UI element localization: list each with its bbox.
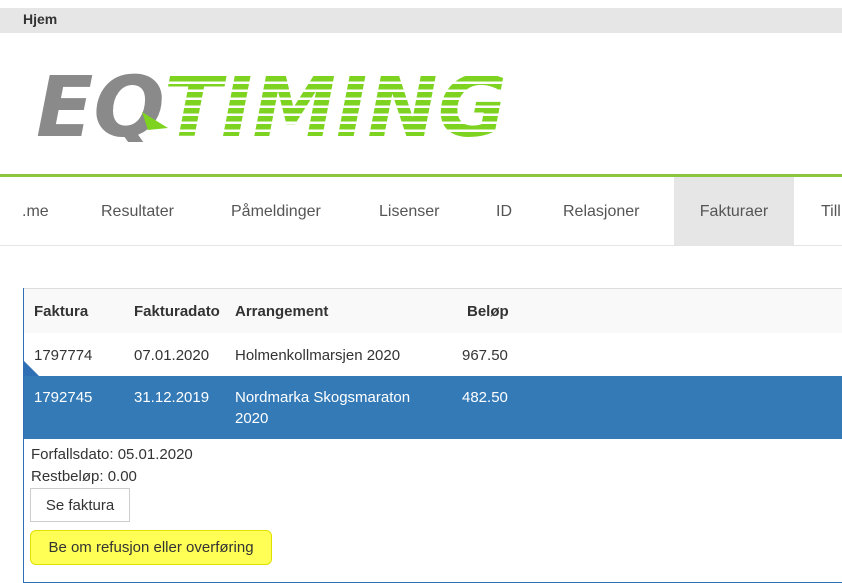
cell-faktura: 1792745	[34, 389, 93, 406]
cell-fakturadato: 07.01.2020	[134, 347, 210, 364]
nav-item-fakturaer[interactable]: Fakturaer	[674, 177, 794, 245]
cell-fakturadato: 31.12.2019	[134, 389, 210, 406]
header-arrangement[interactable]: Arrangement	[235, 303, 328, 320]
table-header: Faktura Fakturadato Arrangement Beløp	[24, 288, 842, 334]
due-date-text: Forfallsdato: 05.01.2020	[31, 446, 193, 463]
header-fakturadato[interactable]: Fakturadato	[134, 303, 220, 320]
cell-belop: 482.50	[462, 389, 508, 406]
nav-item-relasjoner[interactable]: Relasjoner	[563, 177, 639, 245]
request-refund-button[interactable]: Be om refusjon eller overføring	[30, 530, 272, 565]
nav-item-pameldinger[interactable]: Påmeldinger	[231, 177, 321, 245]
cell-belop: 967.50	[462, 347, 508, 364]
eqtiming-logo[interactable]: EQ TIMING	[36, 60, 516, 142]
nav-item-resultater[interactable]: Resultater	[101, 177, 174, 245]
row-expand-indicator-icon	[23, 360, 39, 376]
nav-item-me[interactable]: .me	[22, 177, 49, 245]
nav-item-lisenser[interactable]: Lisenser	[379, 177, 439, 245]
header-faktura[interactable]: Faktura	[34, 303, 88, 320]
nav-item-till[interactable]: Till	[821, 177, 841, 245]
cell-arrangement: Holmenkollmarsjen 2020	[235, 347, 401, 364]
main-nav: .me Resultater Påmeldinger Lisenser ID R…	[0, 177, 842, 246]
table-row[interactable]: 1797774 07.01.2020 Holmenkollmarsjen 202…	[24, 333, 842, 377]
table-row-selected[interactable]: 1792745 31.12.2019 Nordmarka Skogsmarato…	[24, 376, 842, 439]
top-bar: Hjem	[0, 8, 842, 33]
logo-text-eq: EQ	[36, 60, 165, 142]
invoice-panel: Faktura Fakturadato Arrangement Beløp 17…	[23, 288, 842, 583]
cell-faktura: 1797774	[34, 347, 93, 364]
nav-item-id[interactable]: ID	[496, 177, 512, 245]
logo-text-timing: TIMING	[164, 60, 507, 142]
see-invoice-button[interactable]: Se faktura	[30, 488, 130, 522]
cell-arrangement: Nordmarka Skogsmaraton 2020	[235, 389, 411, 427]
home-link[interactable]: Hjem	[23, 11, 57, 27]
remaining-amount-text: Restbeløp: 0.00	[31, 468, 137, 485]
header-belop[interactable]: Beløp	[467, 303, 509, 320]
